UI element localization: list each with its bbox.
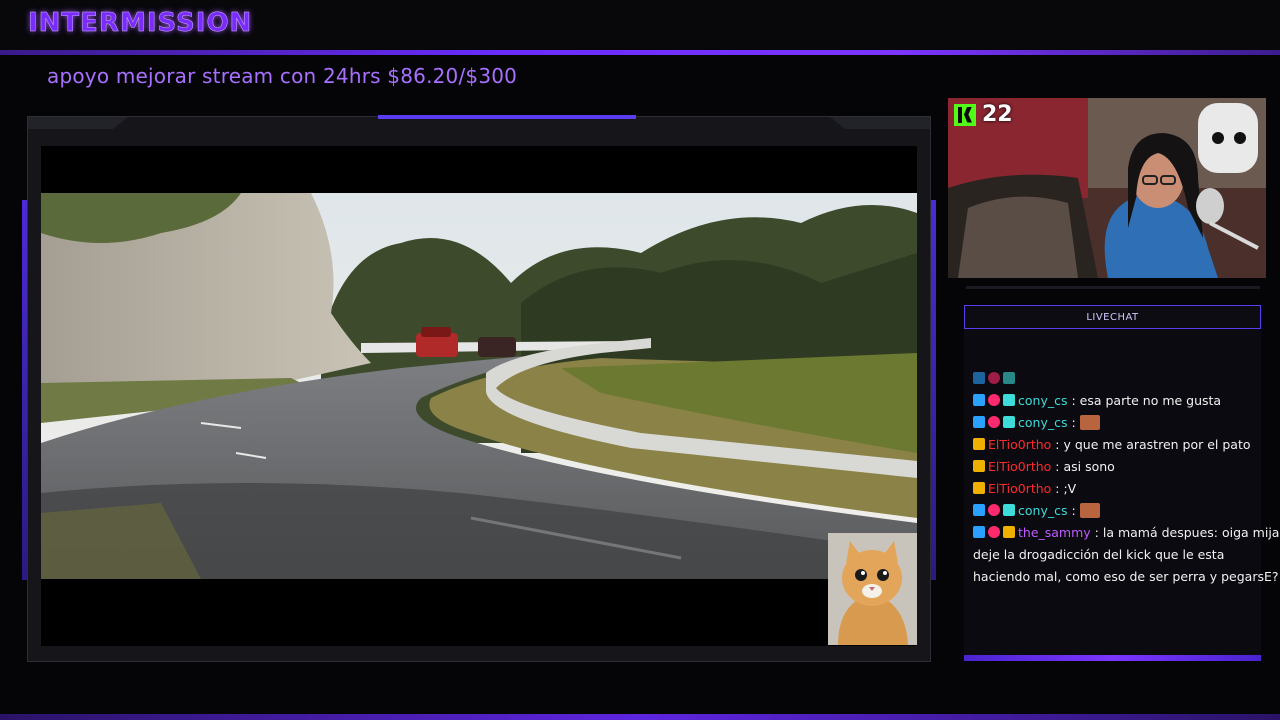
- donation-goal-text: apoyo mejorar stream con 24hrs $86.20/$3…: [47, 64, 518, 88]
- movie-scene-road: [41, 193, 917, 579]
- frame-top-accent: [378, 115, 636, 119]
- top-bar: INTERMISSION: [0, 0, 1280, 50]
- emote-icon: [1079, 415, 1100, 430]
- chat-username[interactable]: cony_cs: [1018, 415, 1067, 430]
- chat-text: : ;V: [1051, 481, 1077, 496]
- heart-badge-icon: [988, 416, 1000, 428]
- chat-messages: cony_cs : esa parte no me gusta cony_cs …: [973, 368, 1280, 588]
- viewer-count: 22: [982, 102, 1013, 127]
- chat-message: ElTio0rtho : asi sono: [973, 456, 1280, 478]
- viewer-badge: 22: [954, 102, 1013, 127]
- crown-badge-icon: [973, 438, 985, 450]
- gift-badge-icon: [1003, 372, 1015, 384]
- frame-notch-left: [28, 117, 128, 129]
- gift-badge-icon: [1003, 416, 1015, 428]
- chat-username[interactable]: the_sammy: [1018, 525, 1091, 540]
- chat-text: :: [1067, 503, 1076, 518]
- top-divider: [0, 50, 1280, 55]
- verified-badge-icon: [973, 372, 985, 384]
- verified-badge-icon: [973, 416, 985, 428]
- kick-logo-icon: [954, 103, 976, 126]
- frame-notch-right: [830, 117, 930, 129]
- chat-message: cony_cs :: [973, 412, 1280, 434]
- chat-message: cony_cs : esa parte no me gusta: [973, 390, 1280, 412]
- chat-text: : asi sono: [1051, 459, 1115, 474]
- chat-message: cony_cs :: [973, 500, 1280, 522]
- chat-text: : esa parte no me gusta: [1067, 393, 1222, 408]
- chat-username[interactable]: cony_cs: [1018, 393, 1067, 408]
- chat-message: ElTio0rtho : y que me arastren por el pa…: [973, 434, 1280, 456]
- heart-badge-icon: [988, 372, 1000, 384]
- heart-badge-icon: [988, 504, 1000, 516]
- chat-message: ElTio0rtho : ;V: [973, 478, 1280, 500]
- chat-message: the_sammy : la mamá despues: oiga mija d…: [973, 522, 1280, 588]
- chat-username[interactable]: ElTio0rtho: [988, 481, 1051, 496]
- bottom-divider: [0, 714, 1280, 720]
- crown-badge-icon: [973, 460, 985, 472]
- emote-icon: [1079, 503, 1100, 518]
- chat-username[interactable]: cony_cs: [1018, 503, 1067, 518]
- chat-text: : y que me arastren por el pato: [1051, 437, 1251, 452]
- crown-badge-icon: [973, 482, 985, 494]
- cat-overlay-image: [828, 533, 917, 645]
- heart-badge-icon: [988, 394, 1000, 406]
- chat-bottom-accent: [964, 655, 1261, 661]
- webcam-divider: [966, 286, 1260, 289]
- heart-badge-icon: [988, 526, 1000, 538]
- chat-text: :: [1067, 415, 1076, 430]
- chat-username[interactable]: ElTio0rtho: [988, 437, 1051, 452]
- overlay-title: INTERMISSION: [28, 8, 253, 39]
- gift-badge-icon: [1003, 394, 1015, 406]
- verified-badge-icon: [973, 526, 985, 538]
- verified-badge-icon: [973, 504, 985, 516]
- chat-message-partial: [973, 368, 1280, 390]
- verified-badge-icon: [973, 394, 985, 406]
- chat-header: LIVECHAT: [964, 305, 1261, 329]
- crown-badge-icon: [1003, 526, 1015, 538]
- road-scene-image: [41, 193, 917, 579]
- chat-username[interactable]: ElTio0rtho: [988, 459, 1051, 474]
- gift-badge-icon: [1003, 504, 1015, 516]
- cat-icon: [828, 533, 917, 645]
- chat-header-label: LIVECHAT: [1086, 311, 1139, 323]
